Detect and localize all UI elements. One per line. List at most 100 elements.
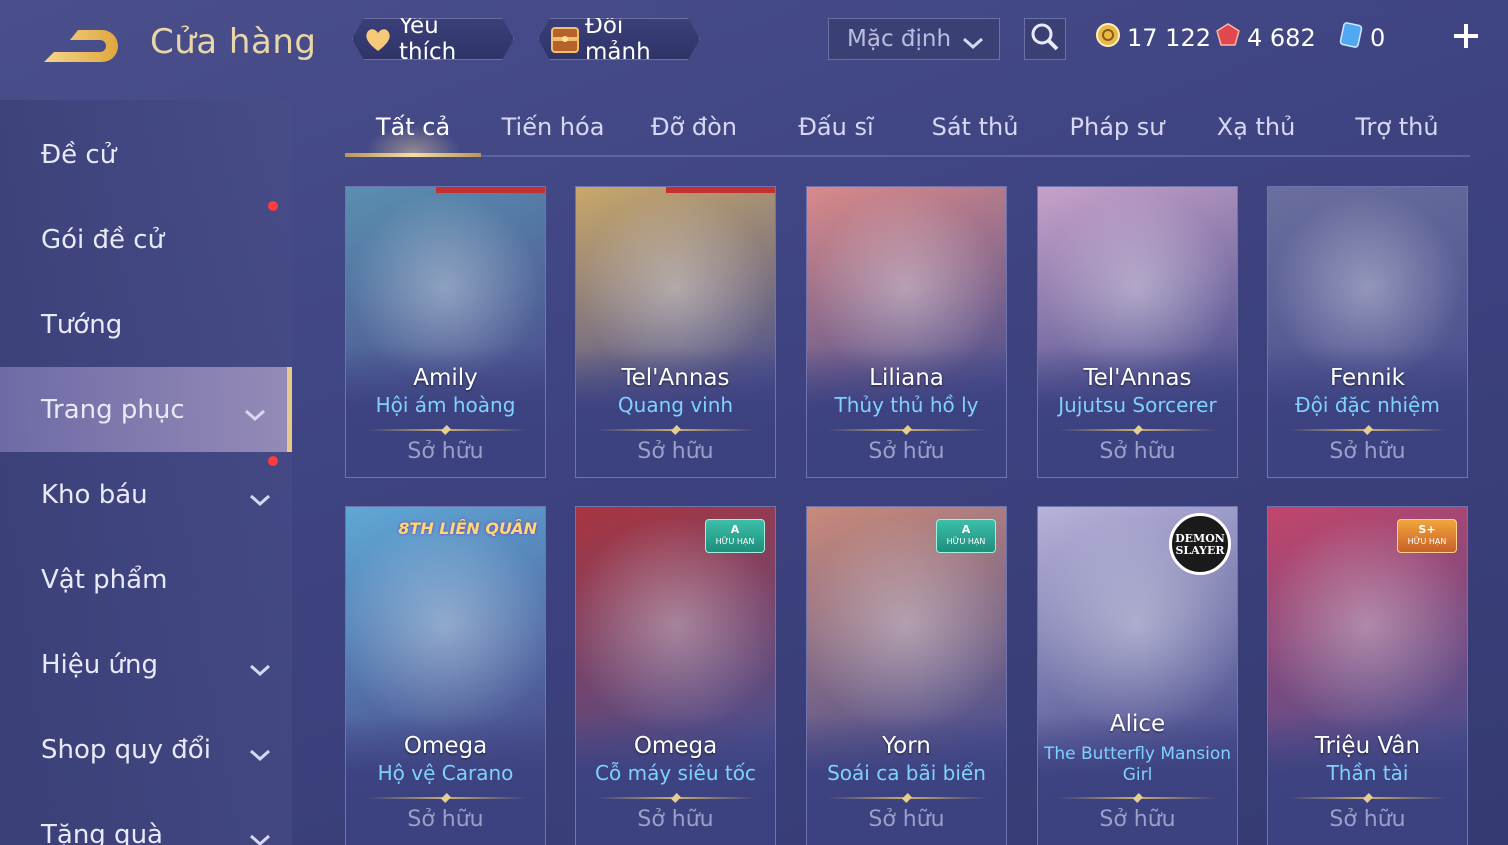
ownership-status: Sở hữu: [1329, 807, 1406, 832]
sidebar-item-items[interactable]: Vật phẩm: [0, 537, 292, 622]
sidebar-item-label: Vật phẩm: [41, 564, 168, 595]
tab-marksman[interactable]: Xạ thủ: [1217, 113, 1296, 141]
sort-dropdown[interactable]: Mặc định: [828, 18, 1000, 60]
page-title: Cửa hàng: [150, 22, 317, 62]
exchange-shards-button[interactable]: Đổi mảnh: [538, 18, 700, 60]
sidebar-item-exchange-shop[interactable]: Shop quy đổi: [0, 707, 292, 792]
skin-name: Quang vinh: [617, 393, 734, 417]
sidebar-item-skins[interactable]: Trang phục: [0, 367, 292, 452]
sidebar-item-label: Gói đề cử: [41, 224, 165, 255]
ownership-status: Sở hữu: [1099, 439, 1176, 464]
plus-icon: [1454, 24, 1478, 48]
back-arrow-icon[interactable]: [40, 22, 120, 68]
ownership-status: Sở hữu: [868, 807, 945, 832]
hero-name: Tel'Annas: [621, 365, 730, 391]
skin-card[interactable]: A HỮU HẠN Omega Cỗ máy siêu tốc Sở hữu: [575, 506, 776, 845]
skin-name: Hội ám hoàng: [375, 393, 516, 417]
tab-tank[interactable]: Đỡ đòn: [651, 113, 737, 141]
hero-name: Tel'Annas: [1083, 365, 1192, 391]
limited-label: HỮU HẠN: [946, 537, 986, 546]
card-divider: [366, 425, 526, 435]
tab-fighter[interactable]: Đấu sĩ: [798, 113, 873, 141]
gold-amount: 17 122: [1127, 24, 1211, 52]
sidebar-item-gifts[interactable]: Tặng quà: [0, 792, 292, 845]
limited-label: HỮU HẠN: [715, 537, 755, 546]
tab-assassin[interactable]: Sát thủ: [932, 113, 1019, 141]
skin-card[interactable]: Fennik Đội đặc nhiệm Sở hữu: [1267, 186, 1468, 478]
ownership-status: Sở hữu: [407, 439, 484, 464]
grade-badge: A HỮU HẠN: [936, 519, 996, 553]
sidebar-item-effects[interactable]: Hiệu ứng: [0, 622, 292, 707]
hero-name: Amily: [413, 365, 478, 391]
skin-card[interactable]: Liliana Thủy thủ hồ ly Sở hữu: [806, 186, 1007, 478]
sidebar-item-bundles[interactable]: Gói đề cử: [0, 197, 292, 282]
sidebar-item-heroes[interactable]: Tướng: [0, 282, 292, 367]
skin-card[interactable]: A HỮU HẠN Yorn Soái ca bãi biển Sở hữu: [806, 506, 1007, 845]
add-currency-button[interactable]: [1448, 18, 1484, 54]
tab-all[interactable]: Tất cả: [376, 113, 450, 141]
active-tab-underline: [345, 153, 481, 157]
exchange-label: Đổi mảnh: [585, 13, 651, 65]
grade-label: S+: [1418, 523, 1436, 536]
skin-name: Hộ vệ Carano: [377, 761, 514, 785]
sidebar-item-label: Kho báu: [41, 479, 148, 510]
skin-name: Jujutsu Sorcerer: [1058, 393, 1217, 417]
skin-name: Đội đặc nhiệm: [1295, 393, 1440, 417]
card-divider: [827, 425, 987, 435]
hero-name: Omega: [633, 733, 718, 759]
notification-dot: [268, 201, 278, 211]
gold-coin-icon: [1095, 22, 1121, 54]
search-icon: [1030, 22, 1060, 56]
card-divider: [1288, 425, 1448, 435]
favorite-button[interactable]: Yêu thích: [352, 18, 514, 60]
voucher-balance: 0: [1338, 20, 1385, 56]
sidebar-item-label: Tặng quà: [41, 819, 163, 845]
chevron-down-icon: [248, 825, 272, 845]
ownership-status: Sở hữu: [1329, 439, 1406, 464]
sidebar-item-label: Đề cử: [41, 139, 117, 170]
ruby-gem-icon: [1215, 22, 1241, 54]
skin-card[interactable]: DEMON SLAYER Alice The Butterfly Mansion G…: [1037, 506, 1238, 845]
sidebar-item-treasure[interactable]: Kho báu: [0, 452, 292, 537]
hero-name: Triệu Vân: [1314, 733, 1421, 759]
ruby-amount: 4 682: [1247, 24, 1316, 52]
search-button[interactable]: [1024, 18, 1066, 60]
skin-card[interactable]: Tel'Annas Quang vinh Sở hữu: [575, 186, 776, 478]
skin-card[interactable]: 8TH LIÊN QUÂN Omega Hộ vệ Carano Sở hữu: [345, 506, 546, 845]
top-bar: Cửa hàng Yêu thích Đổi mảnh Mặc định 17 …: [0, 0, 1508, 80]
sidebar-item-recommended[interactable]: Đề cử: [0, 112, 292, 197]
grade-label: A: [730, 523, 740, 536]
card-divider: [596, 793, 756, 803]
hero-name: Omega: [403, 733, 488, 759]
voucher-amount: 0: [1370, 24, 1386, 52]
skin-card[interactable]: S+ HỮU HẠN Triệu Vân Thần tài Sở hữu: [1267, 506, 1468, 845]
tab-mage[interactable]: Pháp sư: [1070, 113, 1165, 141]
chevron-down-icon: [248, 655, 272, 685]
ownership-status: Sở hữu: [637, 807, 714, 832]
favorite-label: Yêu thích: [399, 13, 457, 65]
limited-ribbon: [436, 187, 545, 193]
skin-name: Cỗ máy siêu tốc: [595, 761, 756, 785]
notification-dot: [268, 456, 278, 466]
card-divider: [827, 793, 987, 803]
tab-support[interactable]: Trợ thủ: [1355, 113, 1438, 141]
grade-label: A: [961, 523, 971, 536]
collab-logo: DEMON SLAYER: [1169, 513, 1231, 575]
hero-name: Liliana: [869, 365, 944, 391]
sidebar: Đề cử Gói đề cử Tướng Trang phục Kho báu…: [0, 100, 292, 845]
chevron-down-icon: [961, 31, 985, 57]
chevron-down-icon: [243, 400, 267, 430]
category-tabs: Tất cả Tiến hóa Đỡ đòn Đấu sĩ Sát thủ Ph…: [345, 105, 1470, 157]
voucher-icon: [1338, 21, 1364, 55]
skin-card[interactable]: Tel'Annas Jujutsu Sorcerer Sở hữu: [1037, 186, 1238, 478]
hero-name: Yorn: [882, 733, 931, 759]
card-divider: [366, 793, 526, 803]
treasure-chest-icon: [549, 24, 579, 54]
card-divider: [1058, 793, 1218, 803]
tab-evolution[interactable]: Tiến hóa: [502, 113, 605, 141]
gold-balance: 17 122: [1095, 20, 1211, 56]
skin-card[interactable]: Amily Hội ám hoàng Sở hữu: [345, 186, 546, 478]
sidebar-item-label: Shop quy đổi: [41, 734, 211, 765]
collab-logo: 8TH LIÊN QUÂN: [398, 519, 537, 538]
limited-ribbon: [666, 187, 775, 193]
